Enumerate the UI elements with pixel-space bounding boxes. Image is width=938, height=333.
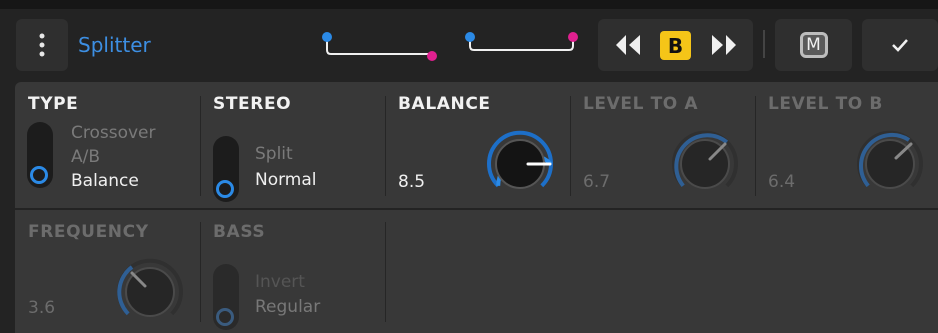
previous-icon[interactable]	[615, 33, 641, 57]
bass-toggle[interactable]	[213, 264, 239, 330]
device-title: Splitter	[78, 33, 151, 57]
top-border	[0, 0, 938, 9]
stereo-label: STEREO	[213, 94, 292, 114]
balance-label: BALANCE	[398, 94, 491, 114]
column-divider	[755, 96, 756, 196]
level-a-value: 6.7	[583, 172, 611, 192]
snapshot-b-label: B	[667, 33, 684, 58]
frequency-knob[interactable]	[110, 252, 190, 332]
routing-a-icon[interactable]	[320, 28, 440, 68]
column-divider	[385, 222, 386, 322]
bass-label: BASS	[213, 222, 266, 242]
frequency-value: 3.6	[28, 298, 56, 318]
row-divider	[15, 208, 938, 210]
balance-value: 8.5	[398, 172, 426, 192]
bass-option-regular[interactable]: Regular	[255, 297, 320, 317]
bass-option-invert[interactable]: Invert	[255, 272, 305, 292]
level-a-label: LEVEL TO A	[583, 94, 699, 114]
column-divider	[385, 96, 386, 196]
balance-knob[interactable]	[480, 124, 560, 204]
level-b-label: LEVEL TO B	[768, 94, 883, 114]
type-option-balance[interactable]: Balance	[71, 171, 139, 191]
type-label: TYPE	[28, 94, 79, 114]
level-b-knob[interactable]	[850, 124, 930, 204]
m-icon: M	[799, 32, 828, 58]
parameter-panel: TYPE Crossover A/B Balance STEREO Split …	[15, 82, 938, 333]
menu-button[interactable]	[16, 19, 68, 71]
frequency-label: FREQUENCY	[28, 222, 149, 242]
snapshot-transport: B	[598, 19, 753, 71]
type-option-crossover[interactable]: Crossover	[71, 123, 156, 143]
toggle-indicator	[30, 166, 48, 184]
type-option-ab[interactable]: A/B	[71, 147, 100, 167]
type-toggle[interactable]	[27, 122, 53, 188]
m-label: M	[806, 35, 821, 55]
toggle-indicator	[216, 180, 234, 198]
vertical-ellipsis-icon	[39, 33, 45, 57]
routing-b-icon[interactable]	[463, 28, 583, 68]
snapshot-b-badge[interactable]: B	[660, 31, 691, 60]
check-icon	[892, 39, 908, 52]
column-divider	[200, 222, 201, 322]
column-divider	[570, 96, 571, 196]
level-a-knob[interactable]	[665, 124, 745, 204]
next-icon[interactable]	[711, 33, 737, 57]
toolbar-divider	[763, 30, 765, 58]
toggle-indicator	[216, 308, 234, 326]
stereo-toggle[interactable]	[213, 136, 239, 202]
m-button[interactable]: M	[775, 19, 852, 71]
level-b-value: 6.4	[768, 172, 796, 192]
confirm-button[interactable]	[862, 19, 938, 71]
stereo-option-normal[interactable]: Normal	[255, 170, 317, 190]
stereo-option-split[interactable]: Split	[255, 144, 293, 164]
column-divider	[200, 96, 201, 196]
